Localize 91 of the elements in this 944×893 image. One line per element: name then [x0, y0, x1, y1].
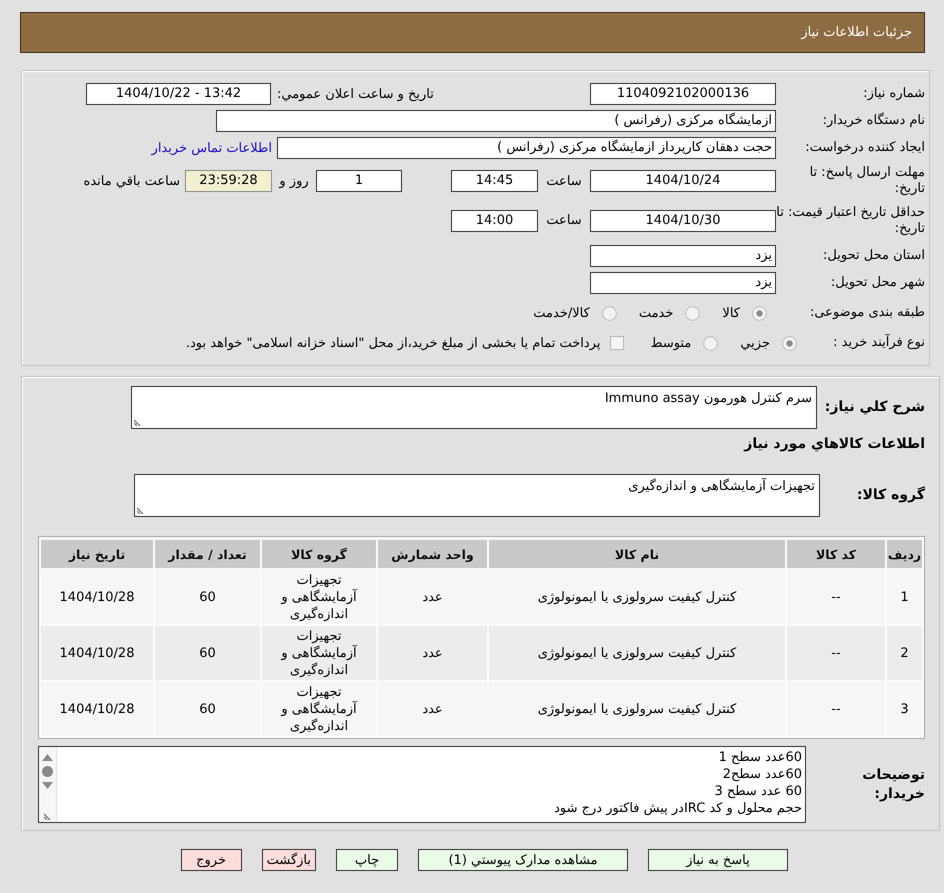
- days-label: روز و: [278, 174, 310, 188]
- radio-button[interactable]: [782, 336, 797, 350]
- field-label: گروه کالا:: [856, 486, 925, 505]
- section-title: اطلاعات کالاهاي مورد نیاز: [744, 435, 925, 453]
- resize-grip-icon[interactable]: [137, 506, 145, 514]
- validity-time-field[interactable]: 14:00: [451, 210, 538, 232]
- description-field[interactable]: سرم کنترل هورمون Immuno assay: [131, 386, 817, 429]
- table-cell: 60: [155, 570, 260, 624]
- radio-label: خدمت: [638, 306, 674, 320]
- table-cell: 1404/10/28: [41, 626, 153, 680]
- table-cell: عدد: [378, 626, 487, 680]
- checkbox-label: پرداخت تمام یا بخشی از مبلغ خرید،از محل "اسناد خزانه اسلامی" خواهد بود.: [186, 336, 600, 350]
- checkbox[interactable]: [610, 336, 624, 350]
- column-header: ردیف: [887, 540, 922, 568]
- action-button[interactable]: بازگشت: [262, 849, 316, 871]
- column-header: تعداد / مقدار: [155, 540, 260, 568]
- table-cell: 60: [155, 626, 260, 680]
- column-header: گروه کالا: [262, 540, 376, 568]
- field-label: شهر محل تحویل:: [830, 275, 925, 291]
- radio-button[interactable]: [703, 336, 718, 350]
- column-header: تاریخ نیاز: [41, 540, 153, 568]
- field-label: ایجاد کننده درخواست:: [804, 140, 925, 156]
- table-cell: تجهیزات آزمایشگاهی و اندازه‌گیری: [262, 570, 376, 624]
- resize-grip-icon[interactable]: [44, 812, 52, 820]
- field-label: مهلت ارسال پاسخ: تا تاریخ:: [808, 165, 925, 197]
- table-cell: 1404/10/28: [41, 682, 153, 736]
- deadline-time-field[interactable]: 14:45: [451, 170, 538, 192]
- time-label: ساعت: [545, 213, 583, 228]
- table-cell: --: [787, 626, 885, 680]
- resize-grip-icon[interactable]: [134, 418, 142, 426]
- table-cell: عدد: [378, 682, 487, 736]
- contact-info-link[interactable]: اطلاعات تماس خریدار: [152, 140, 272, 156]
- radio-label: جزيي: [740, 336, 770, 350]
- table-cell: کنترل کیفیت سرولوزی یا ایمونولوژی: [489, 626, 785, 680]
- page-title: جزئیات اطلاعات نیاز: [801, 25, 912, 40]
- notes-line: 60عدد سطح 1: [718, 749, 802, 766]
- scrollbar[interactable]: [39, 747, 57, 822]
- field-label: شرح کلي نیاز:: [824, 398, 925, 417]
- validity-date-field[interactable]: 1404/10/30: [590, 210, 776, 232]
- radio-button[interactable]: [602, 306, 617, 320]
- field-label: توضیحات خریدار:: [861, 766, 925, 804]
- notes-line: حجم محلول و کد IRCدر پیش فاکتور درج شود: [554, 800, 802, 817]
- buyer-org-field[interactable]: ازمایشگاه مرکزی (رفرانس ): [216, 110, 776, 132]
- table-cell: 3: [887, 682, 922, 736]
- province-field[interactable]: یزد: [590, 245, 776, 267]
- radio-label: کالا: [722, 306, 740, 320]
- remaining-time-field[interactable]: 23:59:28: [185, 170, 272, 192]
- field-label: تاریخ و ساعت اعلان عمومي:: [277, 86, 435, 102]
- scroll-down-icon[interactable]: [42, 782, 53, 789]
- table-cell: تجهیزات آزمایشگاهی و اندازه‌گیری: [262, 626, 376, 680]
- table-cell: --: [787, 570, 885, 624]
- action-button[interactable]: چاپ: [336, 849, 398, 871]
- table-cell: عدد: [378, 570, 487, 624]
- field-label: طبقه بندی موضوعی:: [808, 305, 925, 321]
- action-button[interactable]: مشاهده مدارک پیوستي (1): [418, 849, 628, 871]
- field-label: استان محل تحویل:: [822, 248, 925, 264]
- radio-label: کالا/خدمت: [533, 306, 590, 320]
- table-cell: --: [787, 682, 885, 736]
- remaining-time-label: ساعت باقي مانده: [84, 174, 180, 188]
- table-cell: تجهیزات آزمایشگاهی و اندازه‌گیری: [262, 682, 376, 736]
- field-label: حداقل تاریخ اعتبار قیمت: تا تاریخ:: [776, 204, 925, 236]
- notes-field[interactable]: 60عدد سطح 1 60عدد سطح2 60 عدد سطح 3 حجم محلول و کد IRCدر پیش فاکتور درج شود: [38, 746, 806, 823]
- table-cell: کنترل کیفیت سرولوزی یا ایمونولوژی: [489, 682, 785, 736]
- radio-button[interactable]: [752, 306, 767, 320]
- table-cell: کنترل کیفیت سرولوزی یا ایمونولوژی: [489, 570, 785, 624]
- city-field[interactable]: یزد: [590, 272, 776, 294]
- table-cell: 1404/10/28: [41, 570, 153, 624]
- action-button[interactable]: پاسخ به نیاز: [648, 849, 788, 871]
- column-header: کد کالا: [787, 540, 885, 568]
- deadline-date-field[interactable]: 1404/10/24: [590, 170, 776, 192]
- table-cell: 60: [155, 682, 260, 736]
- radio-label: متوسط: [650, 336, 692, 350]
- column-header: نام کالا: [489, 540, 785, 568]
- table-cell: 1: [887, 570, 922, 624]
- table-cell: 2: [887, 626, 922, 680]
- field-label: نوع فرآیند خرید :: [832, 335, 925, 351]
- time-label: ساعت: [545, 174, 583, 188]
- announcement-date-field[interactable]: 1404/10/22 - 13:42: [86, 83, 271, 105]
- field-label: نام دستگاه خریدار:: [822, 113, 925, 129]
- field-label: شماره نیاز:: [862, 86, 925, 102]
- action-button[interactable]: خروج: [180, 849, 242, 871]
- radio-button[interactable]: [685, 306, 700, 320]
- column-header: واحد شمارش: [378, 540, 487, 568]
- scroll-up-icon[interactable]: [42, 754, 53, 761]
- notes-line: 60عدد سطح2: [722, 766, 802, 783]
- scroll-thumb[interactable]: [42, 766, 53, 777]
- days-field[interactable]: 1: [316, 170, 402, 192]
- goods-group-field[interactable]: تجهیزات آزمایشگاهی و اندازه‌گیری: [134, 474, 820, 517]
- requester-field[interactable]: حجت دهقان کارپرداز ازمایشگاه مرکزی (رفرانس ): [277, 137, 776, 159]
- need-number-field[interactable]: 1104092102000136: [590, 83, 776, 105]
- notes-line: 60 عدد سطح 3: [714, 783, 802, 800]
